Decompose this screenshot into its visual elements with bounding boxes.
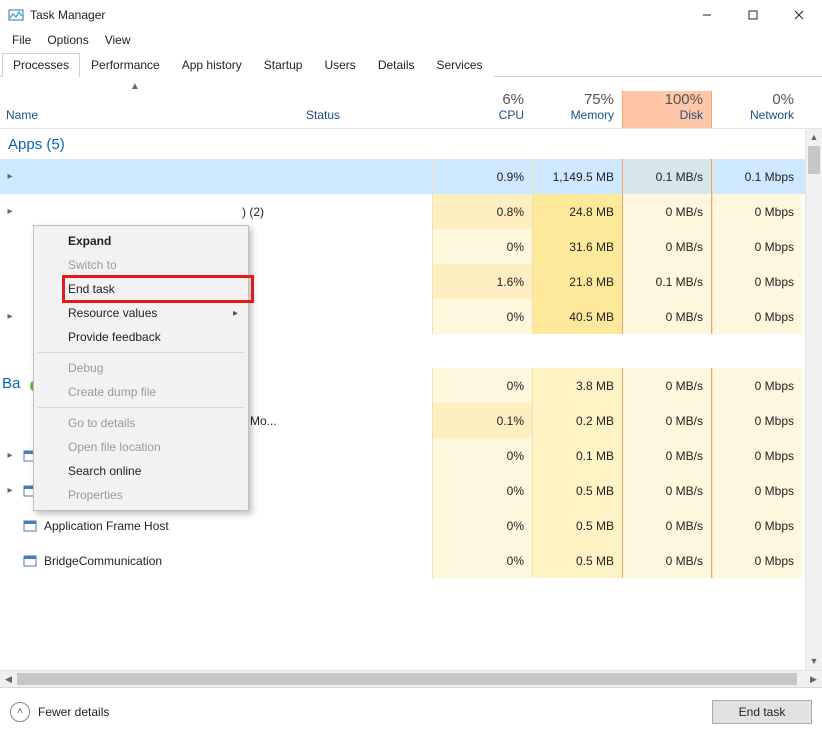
chevron-right-icon: ▸	[4, 206, 16, 217]
fewer-details-icon[interactable]: ˄	[10, 702, 30, 722]
horizontal-scrollbar[interactable]: ◀ ▶	[0, 670, 822, 687]
chevron-right-icon: ▸	[4, 485, 16, 496]
table-row[interactable]: ▸ Application Frame Host 0% 0.5 MB 0 MB/…	[0, 508, 822, 543]
footer-bar: ˄ Fewer details End task	[0, 687, 822, 735]
table-row[interactable]: ▸ BridgeCommunication 0% 0.5 MB 0 MB/s 0…	[0, 543, 822, 578]
scroll-right-icon[interactable]: ▶	[805, 674, 822, 685]
ctx-properties: Properties	[36, 483, 246, 507]
tab-performance[interactable]: Performance	[80, 53, 171, 77]
context-menu: Expand Switch to End task Resource value…	[33, 225, 249, 511]
ctx-expand[interactable]: Expand	[36, 229, 246, 253]
chevron-right-icon: ▸	[4, 311, 16, 322]
header-name[interactable]: Name	[0, 108, 306, 128]
tab-services[interactable]: Services	[426, 53, 494, 77]
header-network[interactable]: 0%Network	[712, 91, 802, 128]
scroll-thumb[interactable]	[808, 146, 820, 174]
group-background-label: Ba	[2, 375, 20, 392]
table-row[interactable]: ▸ 0.9% 1,149.5 MB 0.1 MB/s 0.1 Mbps	[0, 159, 822, 194]
ctx-provide-feedback[interactable]: Provide feedback	[36, 325, 246, 349]
column-headers: ▲ Name Status 6%CPU 75%Memory 100%Disk 0…	[0, 77, 822, 129]
process-icon	[22, 553, 38, 569]
scroll-down-icon[interactable]: ▼	[806, 653, 822, 670]
ctx-debug: Debug	[36, 356, 246, 380]
menu-view[interactable]: View	[97, 31, 139, 49]
cell-cpu: 0.9%	[432, 159, 532, 194]
ctx-create-dump: Create dump file	[36, 380, 246, 404]
close-button[interactable]	[776, 0, 822, 30]
tab-details[interactable]: Details	[367, 53, 426, 77]
ctx-resource-values[interactable]: Resource values▸	[36, 301, 246, 325]
submenu-arrow-icon: ▸	[233, 308, 238, 319]
header-memory[interactable]: 75%Memory	[532, 91, 622, 128]
table-row[interactable]: ▸) (2) 0.8% 24.8 MB 0 MB/s 0 Mbps	[0, 194, 822, 229]
group-apps[interactable]: Apps (5)	[0, 129, 822, 159]
end-task-button[interactable]: End task	[712, 700, 812, 724]
ctx-switch-to: Switch to	[36, 253, 246, 277]
maximize-button[interactable]	[730, 0, 776, 30]
process-icon	[22, 518, 38, 534]
chevron-right-icon: ▸	[4, 171, 16, 182]
menu-options[interactable]: Options	[39, 31, 96, 49]
menu-file[interactable]: File	[4, 31, 39, 49]
menubar: File Options View	[0, 30, 822, 50]
minimize-button[interactable]	[684, 0, 730, 30]
ctx-open-file-location: Open file location	[36, 435, 246, 459]
vertical-scrollbar[interactable]: ▲ ▼	[805, 129, 822, 670]
header-disk[interactable]: 100%Disk	[622, 91, 712, 128]
scroll-left-icon[interactable]: ◀	[0, 674, 17, 685]
tab-startup[interactable]: Startup	[253, 53, 314, 77]
ctx-go-to-details: Go to details	[36, 411, 246, 435]
header-cpu[interactable]: 6%CPU	[432, 91, 532, 128]
tab-users[interactable]: Users	[313, 53, 366, 77]
header-status[interactable]: Status	[306, 108, 432, 128]
tab-processes[interactable]: Processes	[2, 53, 80, 77]
ctx-end-task[interactable]: End task	[36, 277, 246, 301]
window-title: Task Manager	[30, 8, 105, 22]
titlebar: Task Manager	[0, 0, 822, 30]
cell-mem: 1,149.5 MB	[532, 159, 622, 194]
tab-bar: Processes Performance App history Startu…	[0, 52, 822, 77]
task-manager-window: Task Manager File Options View Processes…	[0, 0, 822, 735]
tab-app-history[interactable]: App history	[171, 53, 253, 77]
ctx-search-online[interactable]: Search online	[36, 459, 246, 483]
cell-disk: 0.1 MB/s	[622, 159, 712, 194]
cell-net: 0.1 Mbps	[712, 159, 802, 194]
sort-indicator-icon: ▲	[130, 81, 140, 92]
app-icon	[8, 7, 24, 23]
fewer-details-label[interactable]: Fewer details	[38, 705, 109, 719]
scroll-thumb[interactable]	[17, 673, 797, 685]
scroll-up-icon[interactable]: ▲	[806, 129, 822, 146]
chevron-right-icon: ▸	[4, 450, 16, 461]
